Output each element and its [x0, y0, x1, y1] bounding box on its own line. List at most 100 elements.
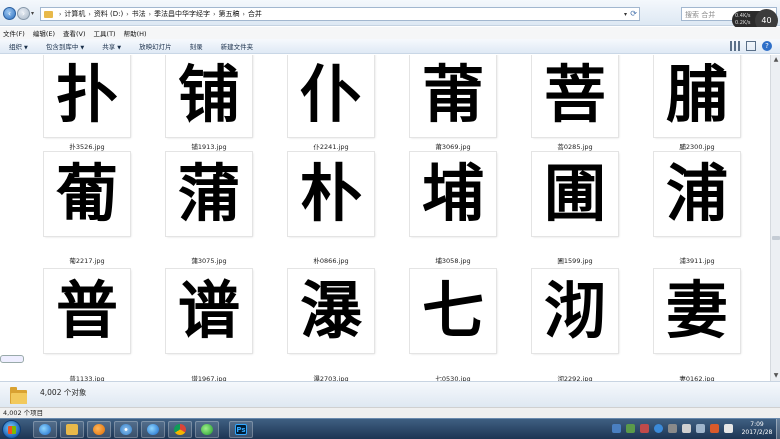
forward-button[interactable]: › — [17, 7, 30, 20]
preview-pane-icon[interactable] — [746, 41, 756, 51]
menu-view[interactable]: 查看(V) — [63, 28, 86, 38]
file-name-label[interactable]: 扑3526.jpg — [27, 141, 147, 151]
network-icon[interactable] — [682, 424, 691, 433]
include-in-library-button[interactable]: 包含到库中 ▼ — [46, 41, 84, 51]
file-thumbnail[interactable]: 仆 — [288, 55, 374, 137]
chevron-down-icon: ▼ — [80, 45, 85, 51]
tray-app-icon[interactable] — [710, 424, 719, 433]
file-name-label[interactable]: 妻0162.jpg — [637, 373, 757, 381]
slideshow-button[interactable]: 放映幻灯片 — [139, 41, 172, 51]
file-thumbnail[interactable]: 脯 — [654, 55, 740, 137]
help-icon[interactable]: ? — [762, 41, 772, 51]
recent-pages-dropdown-icon[interactable]: ▾ — [31, 10, 34, 17]
breadcrumb-collection[interactable]: 季法昌中华字经字 — [154, 9, 210, 19]
file-name-label[interactable]: 圃1599.jpg — [515, 255, 635, 265]
file-thumbnail[interactable]: 菩 — [532, 55, 618, 137]
file-name-label[interactable]: 浦3911.jpg — [637, 255, 757, 265]
taskbar-photoshop[interactable]: Ps — [229, 421, 253, 438]
folder-icon — [44, 10, 53, 18]
file-name-label[interactable]: 蒲3075.jpg — [149, 255, 269, 265]
taskbar-disc[interactable] — [114, 421, 138, 438]
file-thumbnail[interactable]: 葡 — [44, 152, 130, 236]
breadcrumb-separator-icon[interactable]: › — [242, 11, 244, 18]
file-thumbnail[interactable]: 扑 — [44, 55, 130, 137]
breadcrumb-fifth-draft[interactable]: 第五稿 — [218, 9, 239, 19]
tray-app-icon[interactable] — [612, 424, 621, 433]
file-name-label[interactable]: 谱1967.jpg — [149, 373, 269, 381]
file-thumbnail[interactable]: 瀑 — [288, 269, 374, 353]
file-name-label[interactable]: 普1133.jpg — [27, 373, 147, 381]
thumbnail-image: 朴 — [299, 157, 362, 230]
taskbar-explorer[interactable] — [60, 421, 84, 438]
breadcrumb-separator-icon[interactable]: › — [126, 11, 128, 18]
speaker-icon[interactable] — [696, 424, 705, 433]
vertical-scrollbar[interactable]: ▲ ▼ — [770, 55, 780, 381]
file-thumbnail[interactable]: 埔 — [410, 152, 496, 236]
file-name-label[interactable]: 瀑2703.jpg — [271, 373, 391, 381]
tray-app-icon[interactable] — [640, 424, 649, 433]
scrollbar-thumb[interactable] — [772, 236, 780, 240]
help-icon[interactable] — [654, 424, 663, 433]
file-thumbnail[interactable]: 蒲 — [166, 152, 252, 236]
navigation-pane-toggle[interactable] — [0, 355, 24, 363]
taskbar-clock[interactable]: 7:09 2017/2/28 — [736, 421, 778, 437]
taskbar-ie[interactable] — [33, 421, 57, 438]
refresh-icon[interactable]: ⟳ — [630, 9, 637, 18]
organize-button[interactable]: 组织 ▼ — [9, 41, 28, 51]
clock-time: 7:09 — [750, 421, 764, 428]
burn-button[interactable]: 刻录 — [190, 41, 203, 51]
address-dropdown-icon[interactable]: ▾ — [624, 11, 627, 18]
file-thumbnail[interactable]: 沏 — [532, 269, 618, 353]
breadcrumb-separator-icon[interactable]: › — [59, 11, 61, 18]
breadcrumb-computer[interactable]: 计算机 — [64, 9, 85, 19]
breadcrumb-separator-icon[interactable]: › — [149, 11, 151, 18]
photoshop-icon: Ps — [235, 424, 247, 435]
share-button[interactable]: 共享 ▼ — [102, 41, 121, 51]
menu-help[interactable]: 帮助(H) — [124, 28, 147, 38]
file-name-label[interactable]: 仆2241.jpg — [271, 141, 391, 151]
thumbnail-image: 浦 — [665, 157, 728, 230]
breadcrumb: › 计算机 › 资料 (D:) › 书法 › 季法昌中华字经字 › 第五稿 › … — [56, 9, 262, 19]
file-name-label[interactable]: 埔3058.jpg — [393, 255, 513, 265]
file-name-label[interactable]: 脯2300.jpg — [637, 141, 757, 151]
file-thumbnail[interactable]: 浦 — [654, 152, 740, 236]
start-button[interactable] — [2, 420, 21, 439]
file-name-label[interactable]: 沏2292.jpg — [515, 373, 635, 381]
file-thumbnail[interactable]: 妻 — [654, 269, 740, 353]
file-thumbnail[interactable]: 谱 — [166, 269, 252, 353]
file-thumbnail[interactable]: 莆 — [410, 55, 496, 137]
taskbar-player[interactable] — [195, 421, 219, 438]
breadcrumb-drive-d[interactable]: 资料 (D:) — [94, 9, 123, 19]
taskbar-media[interactable] — [87, 421, 111, 438]
file-name-label[interactable]: 葡2217.jpg — [27, 255, 147, 265]
back-button[interactable]: ‹ — [3, 7, 16, 20]
new-folder-button[interactable]: 新建文件夹 — [221, 41, 254, 51]
file-name-label[interactable]: 菩0285.jpg — [515, 141, 635, 151]
flag-icon[interactable] — [668, 424, 677, 433]
menu-edit[interactable]: 编辑(E) — [33, 28, 55, 38]
address-field[interactable]: › 计算机 › 资料 (D:) › 书法 › 季法昌中华字经字 › 第五稿 › … — [40, 7, 640, 21]
scroll-down-icon[interactable]: ▼ — [772, 372, 780, 380]
menu-file[interactable]: 文件(F) — [3, 28, 25, 38]
keyboard-icon[interactable] — [724, 424, 733, 433]
taskbar-chrome[interactable] — [168, 421, 192, 438]
file-thumbnail[interactable]: 圃 — [532, 152, 618, 236]
menu-tools[interactable]: 工具(T) — [94, 28, 116, 38]
change-view-icon[interactable] — [730, 41, 740, 51]
file-thumbnail[interactable]: 七 — [410, 269, 496, 353]
file-name-label[interactable]: 莆3069.jpg — [393, 141, 513, 151]
breadcrumb-calligraphy[interactable]: 书法 — [132, 9, 146, 19]
taskbar-browser[interactable] — [141, 421, 165, 438]
file-thumbnail[interactable]: 铺 — [166, 55, 252, 137]
breadcrumb-separator-icon[interactable]: › — [213, 11, 215, 18]
file-name-label[interactable]: 铺1913.jpg — [149, 141, 269, 151]
file-name-label[interactable]: 朴0866.jpg — [271, 255, 391, 265]
show-desktop-button[interactable] — [776, 419, 780, 439]
file-name-label[interactable]: 七0530.jpg — [393, 373, 513, 381]
file-thumbnail[interactable]: 普 — [44, 269, 130, 353]
breadcrumb-merged[interactable]: 合并 — [248, 9, 262, 19]
file-thumbnail[interactable]: 朴 — [288, 152, 374, 236]
scroll-up-icon[interactable]: ▲ — [772, 56, 780, 64]
breadcrumb-separator-icon[interactable]: › — [88, 11, 90, 18]
tray-app-icon[interactable] — [626, 424, 635, 433]
